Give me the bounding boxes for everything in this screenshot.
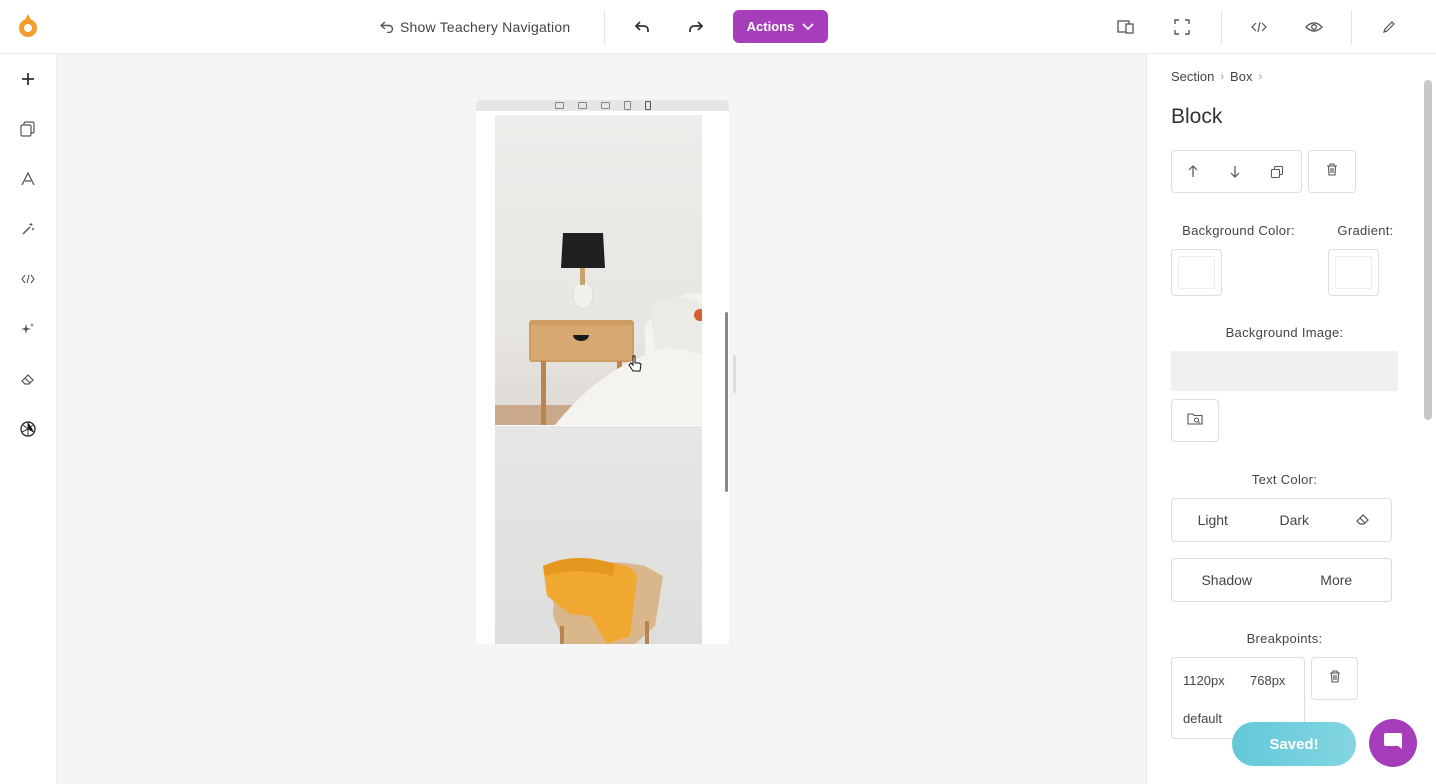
delete-block-button[interactable] [1308, 150, 1356, 193]
trash-icon [1326, 162, 1338, 181]
magic-wand-icon[interactable] [16, 217, 40, 241]
embed-code-icon[interactable] [16, 267, 40, 291]
style-options: Shadow More [1171, 558, 1392, 602]
trash-icon [1329, 669, 1341, 688]
tablet-portrait-icon[interactable] [623, 101, 631, 110]
background-color-swatch[interactable] [1171, 249, 1222, 296]
toolbar-divider [1221, 10, 1222, 44]
return-arrow-icon [379, 19, 394, 36]
sparkles-icon[interactable] [16, 317, 40, 341]
text-color-dark-button[interactable]: Dark [1254, 512, 1336, 528]
breakpoint-default[interactable]: default [1183, 711, 1222, 726]
chat-bubble-icon [1382, 730, 1404, 757]
choose-image-button[interactable] [1171, 399, 1219, 442]
openai-icon[interactable] [16, 417, 40, 441]
saved-status-button[interactable]: Saved! [1232, 722, 1356, 766]
block-move-actions [1171, 150, 1302, 193]
fullscreen-icon[interactable] [1170, 15, 1194, 39]
desktop-icon[interactable] [554, 102, 564, 109]
duplicate-icon[interactable] [1256, 151, 1298, 192]
tablet-landscape-icon[interactable] [600, 102, 610, 109]
chair-with-yellow-throw-photo[interactable] [495, 426, 702, 644]
device-switcher-bar [476, 100, 729, 111]
breakpoint-768[interactable]: 768px [1250, 673, 1285, 688]
undo-icon[interactable] [630, 15, 654, 39]
breadcrumb: Section › Box › [1171, 69, 1262, 84]
pencil-icon[interactable] [1377, 15, 1401, 39]
move-up-icon[interactable] [1172, 151, 1214, 192]
chat-support-button[interactable] [1369, 719, 1417, 767]
code-icon[interactable] [1247, 15, 1271, 39]
delete-breakpoint-button[interactable] [1311, 657, 1358, 700]
show-navigation-button[interactable]: Show Teachery Navigation [379, 17, 571, 37]
responsive-preview-icon[interactable] [1114, 15, 1138, 39]
panel-scrollbar[interactable] [1424, 80, 1432, 420]
toolbar-divider [604, 10, 605, 44]
background-color-label: Background Color: [1182, 223, 1295, 238]
breakpoints-label: Breakpoints: [1246, 631, 1323, 646]
eraser-icon[interactable] [16, 367, 40, 391]
chevron-right-icon: › [1258, 70, 1263, 83]
hand-cursor-icon [628, 355, 642, 373]
bedside-table-lamp-photo[interactable] [495, 115, 702, 425]
shadow-button[interactable]: Shadow [1172, 572, 1282, 588]
panel-title: Block [1171, 105, 1223, 128]
background-image-label: Background Image: [1225, 325, 1344, 340]
eye-icon[interactable] [1302, 15, 1326, 39]
preview-scrollbar[interactable] [725, 312, 728, 492]
chevron-down-icon [802, 19, 814, 34]
mobile-icon[interactable] [644, 101, 651, 110]
plus-icon[interactable] [16, 67, 40, 91]
breakpoint-1120[interactable]: 1120px [1183, 673, 1225, 688]
actions-label: Actions [746, 19, 795, 34]
eraser-icon[interactable] [1335, 512, 1391, 529]
text-color-label: Text Color: [1251, 472, 1318, 487]
typography-icon[interactable] [16, 167, 40, 191]
teachery-logo-icon[interactable] [16, 12, 40, 40]
device-preview-frame [476, 100, 729, 644]
more-button[interactable]: More [1282, 572, 1392, 588]
show-navigation-label: Show Teachery Navigation [400, 19, 571, 35]
actions-dropdown-button[interactable]: Actions [733, 10, 828, 43]
move-down-icon[interactable] [1214, 151, 1256, 192]
folder-search-icon [1187, 412, 1203, 430]
background-image-input[interactable] [1171, 351, 1398, 391]
text-color-light-button[interactable]: Light [1172, 512, 1254, 528]
frame-resize-handle[interactable] [733, 355, 736, 393]
laptop-icon[interactable] [577, 102, 587, 109]
gradient-swatch[interactable] [1328, 249, 1379, 296]
text-color-options: Light Dark [1171, 498, 1392, 542]
left-tool-sidebar [0, 54, 57, 784]
gradient-label: Gradient: [1337, 223, 1394, 238]
redo-icon[interactable] [684, 15, 708, 39]
top-toolbar: Show Teachery Navigation Actions [0, 0, 1436, 54]
toolbar-divider [1351, 10, 1352, 44]
chevron-right-icon: › [1220, 70, 1225, 83]
breadcrumb-section[interactable]: Section [1171, 69, 1214, 84]
pages-icon[interactable] [16, 117, 40, 141]
breadcrumb-box[interactable]: Box [1230, 69, 1252, 84]
